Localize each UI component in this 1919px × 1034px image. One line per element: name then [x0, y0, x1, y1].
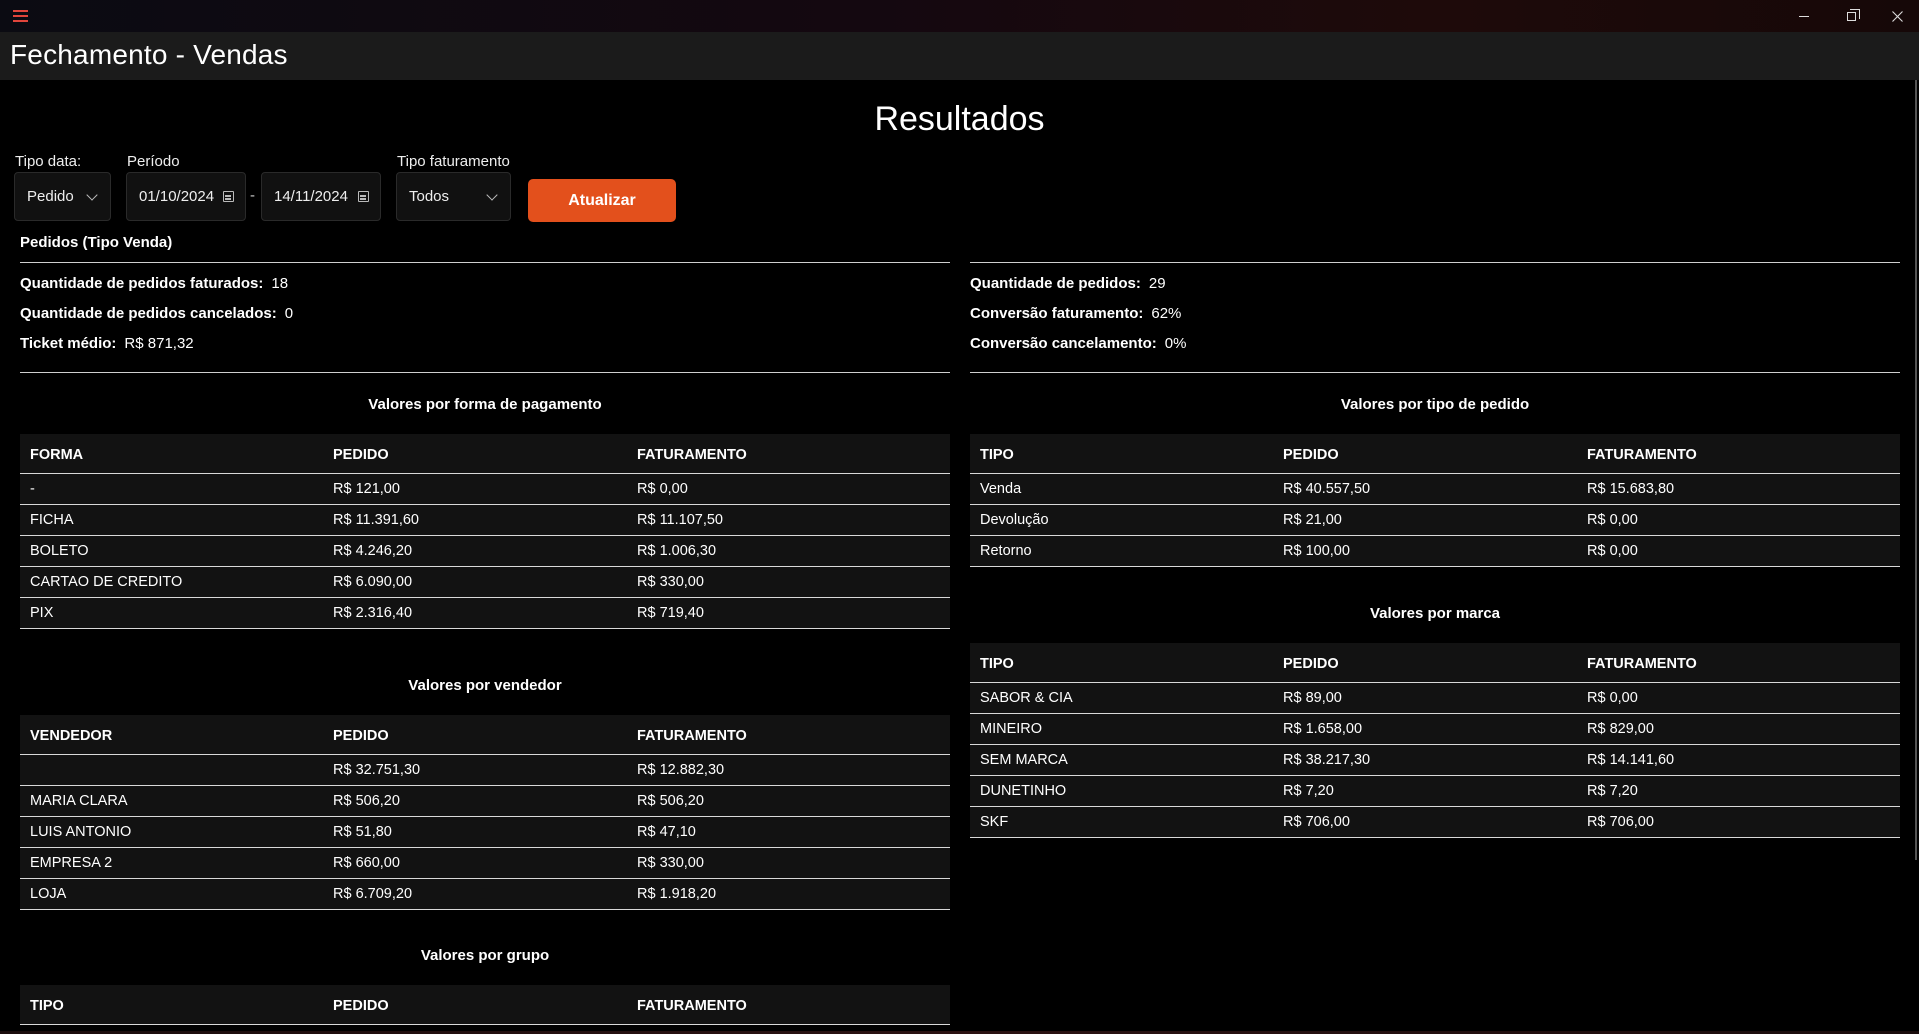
- column-header[interactable]: FATURAMENTO: [637, 728, 747, 744]
- stat-conversao-faturamento: Conversão faturamento: 62%: [970, 305, 1182, 322]
- stat-conversao-cancelamento: Conversão cancelamento: 0%: [970, 335, 1187, 352]
- close-icon: [1891, 10, 1903, 22]
- column-header[interactable]: FATURAMENTO: [1587, 447, 1697, 463]
- calendar-icon[interactable]: [358, 191, 369, 202]
- column-header[interactable]: PEDIDO: [1283, 447, 1339, 463]
- atualizar-button[interactable]: Atualizar: [528, 179, 676, 222]
- tipo-data-select[interactable]: Pedido: [14, 172, 111, 221]
- column-header[interactable]: PEDIDO: [1283, 656, 1339, 672]
- pagamento-table-title: Valores por forma de pagamento: [368, 396, 602, 413]
- calendar-icon[interactable]: [223, 191, 234, 202]
- table-row[interactable]: SEM MARCA R$ 38.217,30 R$ 14.141,60: [970, 745, 1900, 776]
- restore-button[interactable]: [1828, 0, 1874, 32]
- grupo-table: TIPO PEDIDO FATURAMENTO: [20, 985, 950, 1025]
- column-header[interactable]: FATURAMENTO: [1587, 656, 1697, 672]
- periodo-end-value: 14/11/2024: [274, 188, 348, 205]
- tipo-data-label: Tipo data:: [15, 153, 82, 170]
- minimize-icon: [1799, 15, 1809, 17]
- stat-quantidade-pedidos: Quantidade de pedidos: 29: [970, 275, 1166, 292]
- marca-table-title: Valores por marca: [1369, 605, 1501, 622]
- grupo-table-title: Valores por grupo: [420, 947, 550, 964]
- table-row[interactable]: FICHA R$ 11.391,60 R$ 11.107,50: [20, 505, 950, 536]
- divider: [20, 262, 950, 263]
- stat-pedidos-faturados: Quantidade de pedidos faturados: 18: [20, 275, 289, 292]
- table-row[interactable]: LUIS ANTONIO R$ 51,80 R$ 47,10: [20, 817, 950, 848]
- column-header[interactable]: VENDEDOR: [30, 728, 112, 744]
- tipo-faturamento-value: Todos: [409, 188, 450, 205]
- stat-ticket-medio: Ticket médio: R$ 871,32: [20, 335, 194, 352]
- chevron-down-icon: [86, 189, 98, 201]
- table-row[interactable]: CARTAO DE CREDITO R$ 6.090,00 R$ 330,00: [20, 567, 950, 598]
- table-row[interactable]: Venda R$ 40.557,50 R$ 15.683,80: [970, 474, 1900, 505]
- marca-table: TIPO PEDIDO FATURAMENTO SABOR & CIA R$ 89…: [970, 643, 1900, 838]
- table-row[interactable]: Devolução R$ 21,00 R$ 0,00: [970, 505, 1900, 536]
- periodo-start-value: 01/10/2024: [139, 188, 215, 205]
- table-row[interactable]: MARIA CLARA R$ 506,20 R$ 506,20: [20, 786, 950, 817]
- table-header: TIPO PEDIDO FATURAMENTO: [20, 985, 950, 1025]
- table-row[interactable]: DUNETINHO R$ 7,20 R$ 7,20: [970, 776, 1900, 807]
- table-row[interactable]: PIX R$ 2.316,40 R$ 719,40: [20, 598, 950, 629]
- periodo-label: Período: [127, 153, 180, 170]
- table-row[interactable]: SABOR & CIA R$ 89,00 R$ 0,00: [970, 683, 1900, 714]
- table-row[interactable]: EMPRESA 2 R$ 660,00 R$ 330,00: [20, 848, 950, 879]
- tipo-data-value: Pedido: [27, 188, 74, 205]
- table-header: TIPO PEDIDO FATURAMENTO: [970, 643, 1900, 683]
- app-title: Fechamento - Vendas: [10, 39, 288, 70]
- app-header: Fechamento - Vendas: [0, 32, 1919, 80]
- close-button[interactable]: [1874, 0, 1919, 32]
- divider: [970, 262, 1900, 263]
- window-titlebar: [0, 0, 1919, 32]
- page-title: Resultados: [874, 100, 1045, 138]
- tipo-faturamento-select[interactable]: Todos: [396, 172, 511, 221]
- tipo-pedido-table: TIPO PEDIDO FATURAMENTO Venda R$ 40.557,5…: [970, 434, 1900, 567]
- table-header: TIPO PEDIDO FATURAMENTO: [970, 434, 1900, 474]
- stat-pedidos-cancelados: Quantidade de pedidos cancelados: 0: [20, 305, 294, 322]
- column-header[interactable]: TIPO: [980, 656, 1014, 672]
- pedidos-heading: Pedidos (Tipo Venda): [20, 234, 173, 251]
- table-row[interactable]: LOJA R$ 6.709,20 R$ 1.918,20: [20, 879, 950, 910]
- restore-icon: [1846, 8, 1860, 21]
- column-header[interactable]: TIPO: [980, 447, 1014, 463]
- table-header: FORMA PEDIDO FATURAMENTO: [20, 434, 950, 474]
- periodo-separator: -: [250, 187, 255, 204]
- column-header[interactable]: FATURAMENTO: [637, 998, 747, 1014]
- table-row[interactable]: SKF R$ 706,00 R$ 706,00: [970, 807, 1900, 838]
- tipo-faturamento-label: Tipo faturamento: [397, 153, 510, 170]
- table-row[interactable]: - R$ 121,00 R$ 0,00: [20, 474, 950, 505]
- table-row[interactable]: BOLETO R$ 4.246,20 R$ 1.006,30: [20, 536, 950, 567]
- vendedor-table: VENDEDOR PEDIDO FATURAMENTO R$ 32.751,30…: [20, 715, 950, 910]
- column-header[interactable]: TIPO: [30, 998, 64, 1014]
- minimize-button[interactable]: [1781, 0, 1827, 32]
- hamburger-menu-icon[interactable]: [13, 10, 28, 22]
- periodo-start-date[interactable]: 01/10/2024: [126, 172, 246, 221]
- column-header[interactable]: PEDIDO: [333, 998, 389, 1014]
- periodo-end-date[interactable]: 14/11/2024: [261, 172, 381, 221]
- divider: [20, 372, 950, 373]
- vertical-scrollbar[interactable]: [1915, 80, 1917, 860]
- column-header[interactable]: FATURAMENTO: [637, 447, 747, 463]
- table-row[interactable]: MINEIRO R$ 1.658,00 R$ 829,00: [970, 714, 1900, 745]
- column-header[interactable]: PEDIDO: [333, 447, 389, 463]
- vendedor-table-title: Valores por vendedor: [408, 677, 562, 694]
- column-header[interactable]: FORMA: [30, 447, 83, 463]
- table-header: VENDEDOR PEDIDO FATURAMENTO: [20, 715, 950, 755]
- tipo-pedido-table-title: Valores por tipo de pedido: [1340, 396, 1530, 413]
- column-header[interactable]: PEDIDO: [333, 728, 389, 744]
- chevron-down-icon: [486, 189, 498, 201]
- divider: [970, 372, 1900, 373]
- table-row[interactable]: Retorno R$ 100,00 R$ 0,00: [970, 536, 1900, 567]
- pagamento-table: FORMA PEDIDO FATURAMENTO - R$ 121,00 R$ 0,…: [20, 434, 950, 629]
- table-row[interactable]: R$ 32.751,30 R$ 12.882,30: [20, 755, 950, 786]
